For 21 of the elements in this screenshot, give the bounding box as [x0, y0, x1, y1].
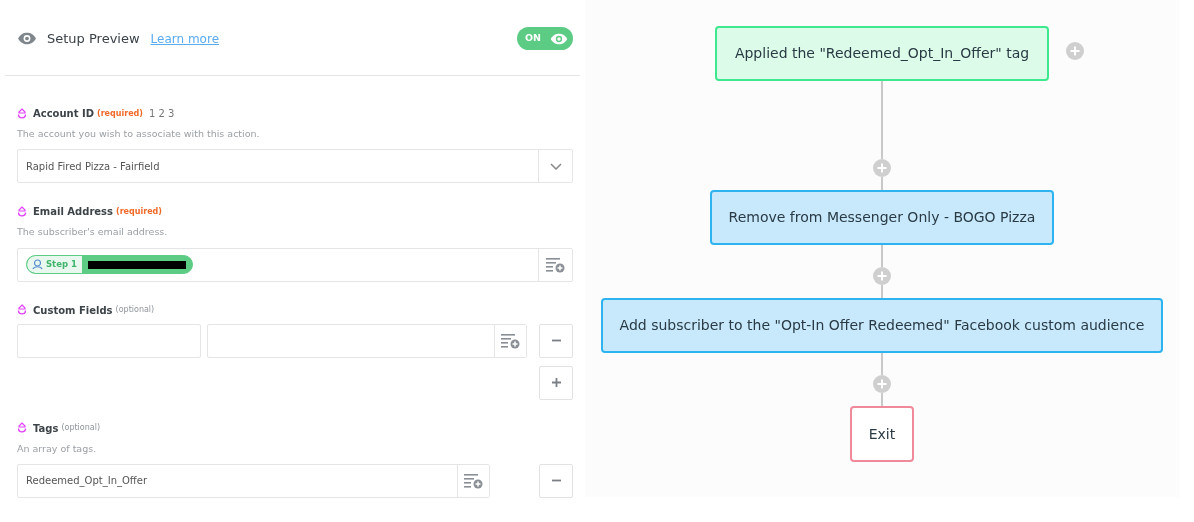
step-numbers: 1 2 3: [148, 107, 175, 121]
requirement-label: (optional): [115, 304, 155, 316]
flow-step[interactable]: Add subscriber to the "Opt-In Offer Redeemed" Facebook custom audience: [600, 298, 1164, 353]
field-label: Account ID: [33, 107, 94, 121]
requirement-label: (required): [116, 205, 162, 218]
requirement-label: (required): [97, 107, 143, 120]
flow-step[interactable]: Remove from Messenger Only - BOGO Pizza: [709, 190, 1055, 245]
tag-field[interactable]: Redeemed_Opt_In_Offer: [17, 463, 490, 498]
requirement-label: (optional): [61, 422, 101, 434]
field-description: The account you wish to associate with this action.: [17, 127, 261, 141]
tag-value: Redeemed_Opt_In_Offer: [25, 474, 148, 489]
field-label: Custom Fields: [33, 303, 113, 318]
select-value: Rapid Fired Pizza - Fairfield: [25, 159, 161, 174]
field-description: The subscriber's email address.: [17, 225, 169, 240]
field-description: An array of tags.: [17, 441, 98, 456]
step-label: Step 1: [46, 258, 77, 271]
field-label: Email Address: [33, 205, 113, 220]
exit-node[interactable]: Exit: [850, 406, 914, 462]
account-select[interactable]: Rapid Fired Pizza - Fairfield: [17, 149, 573, 184]
field-label: Tags: [33, 421, 59, 436]
panel-title: Setup Preview: [47, 29, 140, 48]
